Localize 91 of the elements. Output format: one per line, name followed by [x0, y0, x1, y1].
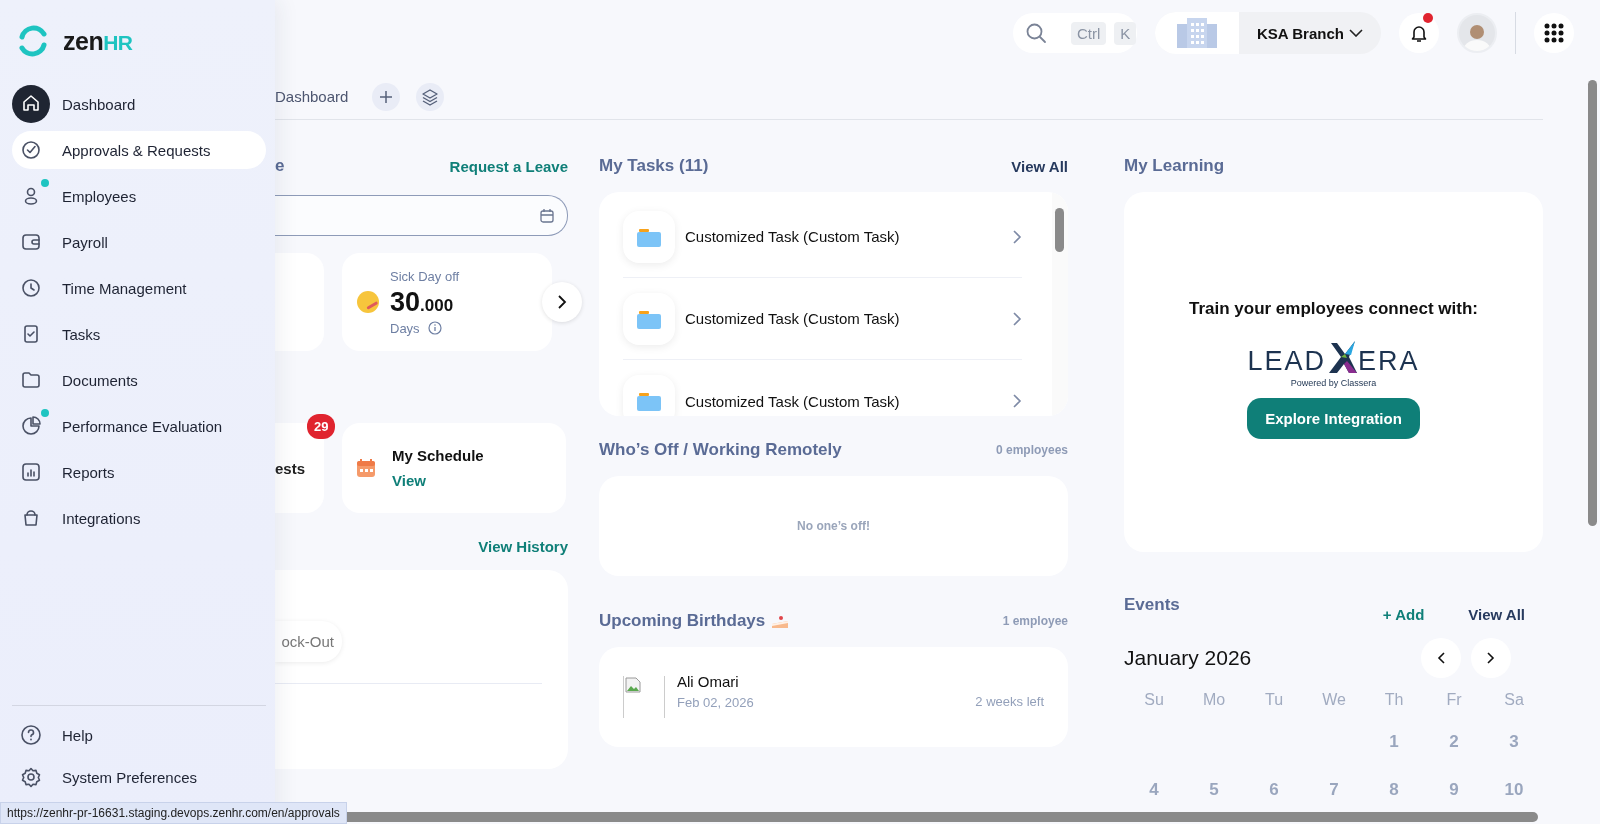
- dashboard-tab[interactable]: Dashboard: [275, 88, 349, 105]
- chevron-right-icon: [1013, 394, 1022, 408]
- weekday-label: Tu: [1263, 690, 1285, 710]
- weekday-label: Th: [1383, 690, 1405, 710]
- sick-emoji-icon: [356, 290, 380, 314]
- add-event-link[interactable]: + Add: [1382, 605, 1425, 623]
- search-icon: [1025, 22, 1047, 44]
- help-icon: [18, 722, 44, 748]
- sidebar-item[interactable]: Integrations: [12, 499, 266, 537]
- sidebar-item[interactable]: Approvals & Requests: [12, 131, 266, 169]
- info-icon: [427, 321, 442, 335]
- section-title: e: [275, 156, 285, 176]
- clock-out-button[interactable]: ock-Out: [275, 621, 342, 662]
- count-badge: 29: [307, 414, 336, 439]
- weekday-label: Su: [1143, 690, 1165, 710]
- view-all-link[interactable]: View All: [1468, 605, 1525, 623]
- person-name: Ali Omari: [677, 672, 740, 690]
- chevron-right-icon: [1013, 229, 1022, 244]
- promo-text: Train your employees connect with:: [1188, 299, 1479, 319]
- broken-image-icon: [624, 676, 642, 694]
- sidebar-item[interactable]: Tasks: [12, 315, 266, 353]
- sidebar-item[interactable]: Documents: [12, 361, 266, 399]
- logo-text: ERA: [1358, 348, 1420, 375]
- weekday-label: Fr: [1445, 690, 1463, 710]
- weekday-label: Mo: [1201, 690, 1227, 710]
- sidebar-item[interactable]: Performance Evaluation: [12, 407, 266, 445]
- branch-selector[interactable]: KSA Branch: [1155, 12, 1381, 54]
- notifications-button[interactable]: [1399, 13, 1439, 53]
- plus-icon: [379, 89, 394, 104]
- folder-icon: [637, 391, 661, 411]
- sidebar-item[interactable]: Help: [12, 716, 266, 754]
- balance-unit: Days: [390, 320, 420, 336]
- bell-icon: [1409, 23, 1429, 43]
- date-field[interactable]: [275, 195, 568, 236]
- employee-count: 1 employee: [1002, 614, 1068, 628]
- add-button[interactable]: [372, 82, 401, 111]
- task-row[interactable]: Customized Task (Custom Task): [623, 196, 1022, 278]
- chevron-right-icon: [1487, 652, 1495, 664]
- task-row[interactable]: Customized Task (Custom Task): [623, 278, 1022, 360]
- next-button[interactable]: [542, 282, 582, 322]
- chevron-right-icon: [557, 295, 567, 309]
- folder-icon: [637, 308, 661, 329]
- apps-menu-button[interactable]: [1534, 13, 1574, 53]
- section-title: Upcoming Birthdays: [599, 611, 766, 631]
- sidebar-item[interactable]: Payroll: [12, 223, 266, 261]
- weekday-label: Sa: [1503, 690, 1525, 710]
- logo-icon: [17, 25, 49, 57]
- logo-tagline: Powered by Classera: [1290, 378, 1377, 388]
- balance-value: 30.000: [390, 286, 455, 318]
- section-title: My Learning: [1124, 156, 1225, 176]
- calendar-icon: [356, 458, 376, 478]
- keyboard-key: Ctrl: [1071, 21, 1107, 45]
- folder-icon: [637, 226, 661, 247]
- chevron-left-icon: [1437, 652, 1445, 664]
- view-all-link[interactable]: View All: [1011, 157, 1068, 175]
- layers-button[interactable]: [416, 82, 445, 111]
- layers-icon: [421, 87, 440, 106]
- explore-integration-button[interactable]: Explore Integration: [1247, 398, 1420, 439]
- logo-text: LEAD: [1247, 348, 1326, 375]
- sidebar-item[interactable]: Dashboard: [12, 85, 266, 123]
- chevron-right-icon: [1013, 311, 1022, 326]
- request-leave-link[interactable]: Request a Leave: [449, 157, 568, 175]
- birthday-date: Feb 02, 2026: [677, 694, 755, 710]
- calendar-icon: [539, 207, 555, 224]
- building-icon: [1175, 16, 1219, 50]
- task-row[interactable]: Customized Task (Custom Task): [623, 360, 1022, 416]
- section-title: My Tasks (11): [599, 156, 709, 176]
- empty-message: No one’s off!: [797, 519, 870, 533]
- cake-icon: [771, 613, 790, 629]
- section-title: Events: [1124, 595, 1181, 615]
- logo-wordmark: zenHR: [63, 26, 133, 56]
- month-title: January 2026: [1124, 646, 1252, 670]
- sidebar-item[interactable]: Time Management: [12, 269, 266, 307]
- shortcut-card[interactable]: My Schedule View: [342, 423, 566, 513]
- sidebar-item[interactable]: System Preferences: [12, 758, 266, 796]
- view-link[interactable]: View: [392, 471, 426, 489]
- time-remaining: 2 weeks left: [975, 693, 1044, 709]
- balance-label: Sick Day off: [390, 268, 460, 284]
- chevron-down-icon: [1349, 29, 1363, 37]
- shortcut-title: My Schedule: [392, 446, 484, 464]
- url-tooltip: https://zenhr-pr-16631.staging.devops.zenhr.com/en/approvals: [0, 802, 347, 824]
- weekday-label: We: [1321, 690, 1347, 710]
- sidebar-item[interactable]: Employees: [12, 177, 266, 215]
- grid-icon: [1544, 23, 1564, 43]
- sidebar-item[interactable]: Reports: [12, 453, 266, 491]
- section-title: Who’s Off / Working Remotely: [599, 440, 842, 460]
- keyboard-key: K: [1114, 21, 1137, 45]
- user-avatar[interactable]: [1457, 13, 1497, 53]
- employee-count: 0 employees: [995, 443, 1068, 457]
- view-history-link[interactable]: View History: [478, 537, 568, 555]
- x-mark-icon: [1327, 341, 1357, 375]
